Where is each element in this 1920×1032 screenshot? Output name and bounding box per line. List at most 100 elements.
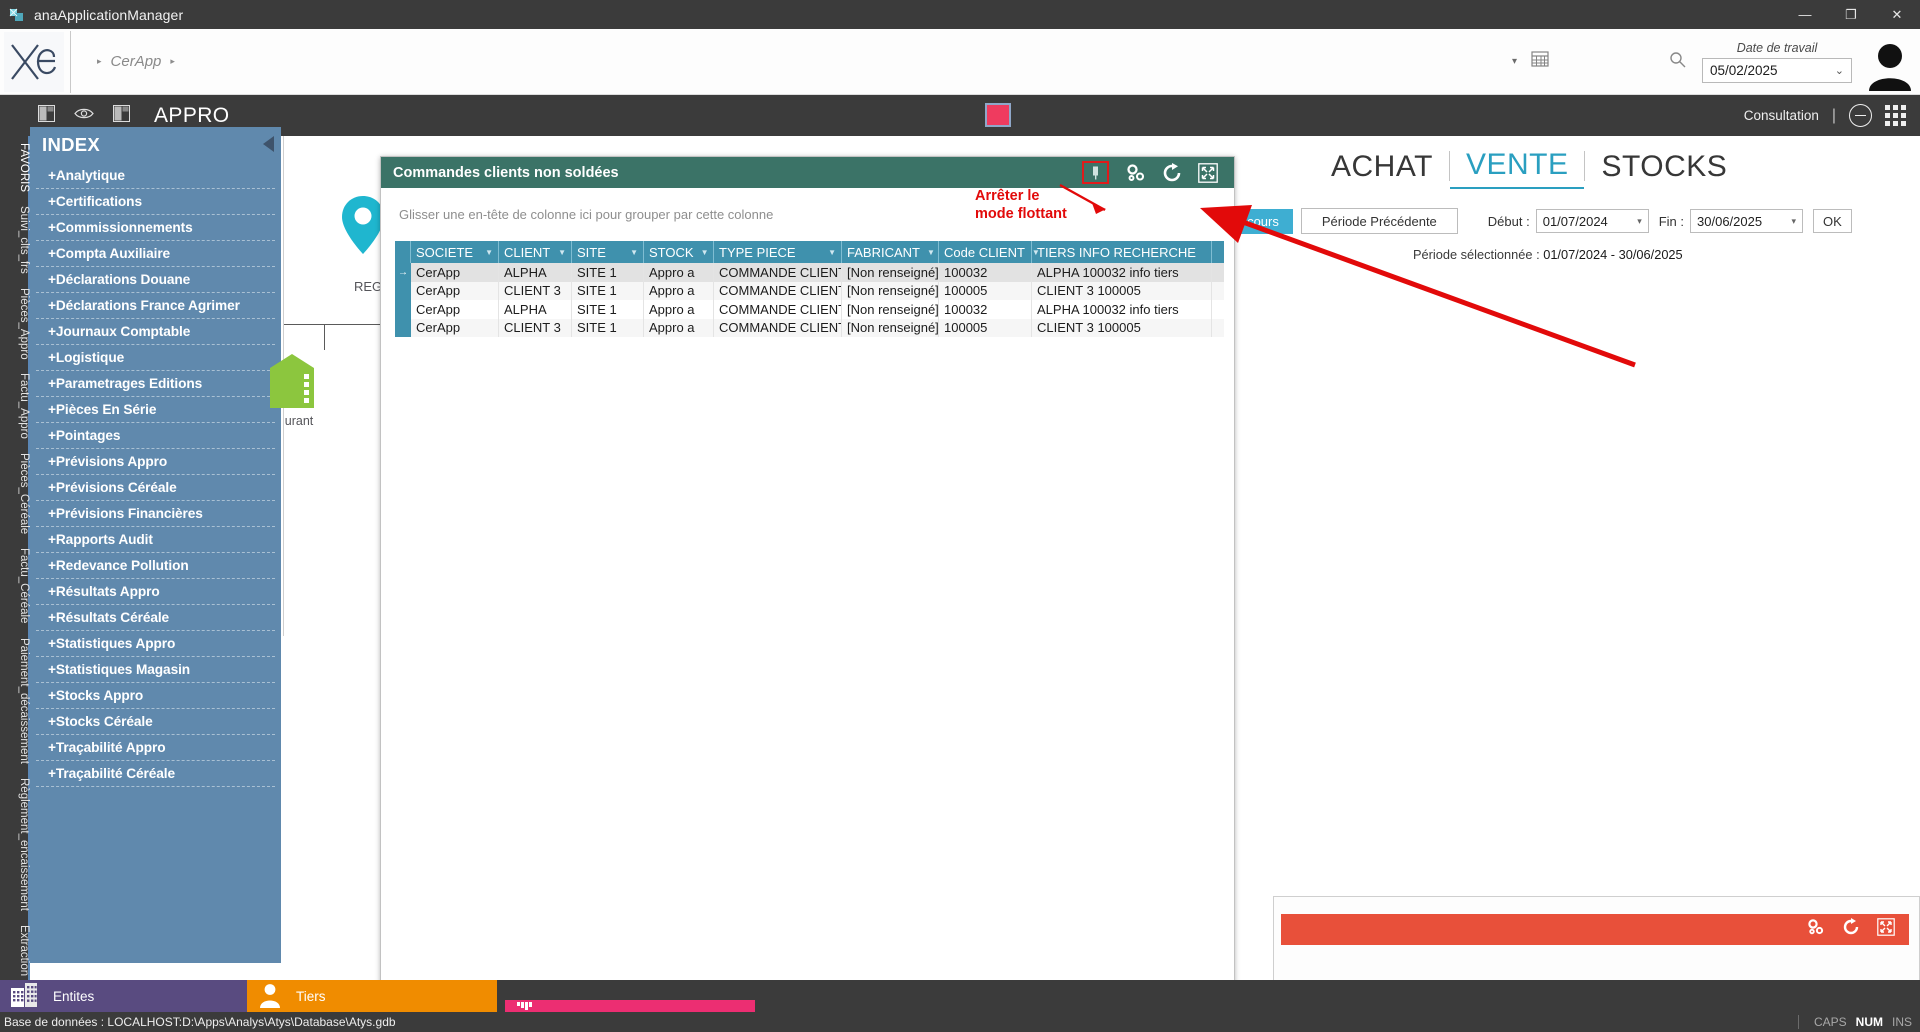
window-controls: — ❐ ✕ — [1782, 0, 1920, 29]
search-icon[interactable] — [1669, 51, 1686, 73]
page-title: APPRO — [154, 104, 230, 128]
cell-societe: CerApp — [411, 319, 499, 338]
refresh-icon[interactable] — [1162, 163, 1182, 183]
vrail-tab-suivi-clts-frs[interactable]: Suivi_clts_frs — [0, 199, 30, 281]
grid-header-societe[interactable]: SOCIETE▼ — [411, 241, 499, 263]
index-item-redevance-pollution[interactable]: +Redevance Pollution — [36, 553, 275, 579]
cell-client: ALPHA — [499, 300, 572, 319]
gears-icon[interactable] — [1806, 918, 1825, 941]
chevron-down-icon[interactable]: ▾ — [1512, 56, 1517, 67]
bottom-tab-entites[interactable]: Entites — [0, 980, 247, 1012]
tab-stocks[interactable]: STOCKS — [1585, 150, 1743, 189]
index-item-analytique[interactable]: +Analytique — [36, 163, 275, 189]
row-selector-icon[interactable] — [395, 300, 411, 319]
expand-icon[interactable] — [1198, 163, 1218, 183]
tab-achat[interactable]: ACHAT — [1315, 150, 1449, 189]
grid-header-type-piece[interactable]: TYPE PIECE▼ — [714, 241, 842, 263]
calendar-icon[interactable] — [1531, 51, 1549, 72]
grid-header-site[interactable]: SITE▼ — [572, 241, 644, 263]
cell-fabricant: [Non renseigné] — [842, 282, 939, 301]
cell-type-piece: COMMANDE CLIENT — [714, 263, 842, 282]
apps-grid-icon[interactable] — [1885, 105, 1906, 126]
maximize-button[interactable]: ❐ — [1828, 0, 1874, 29]
grid-header-client[interactable]: CLIENT▼ — [499, 241, 572, 263]
expand-icon[interactable] — [1877, 918, 1895, 941]
bottom-tab-tiers[interactable]: Tiers — [247, 980, 497, 1012]
red-section-header: ts — [1281, 914, 1909, 945]
fin-date-input[interactable]: 30/06/2025 ▾ — [1690, 209, 1803, 233]
gears-icon[interactable] — [1125, 163, 1146, 183]
minus-circle-icon[interactable] — [1849, 104, 1872, 127]
table-row[interactable]: CerApp CLIENT 3 SITE 1 Appro a COMMANDE … — [395, 319, 1224, 338]
index-item-tracabilite-appro[interactable]: +Traçabilité Appro — [36, 735, 275, 761]
row-selector-icon[interactable] — [395, 282, 411, 301]
dialog-title-bar[interactable]: Commandes clients non soldées — [381, 157, 1234, 188]
index-item-previsions-cereale[interactable]: +Prévisions Céréale — [36, 475, 275, 501]
index-item-previsions-appro[interactable]: +Prévisions Appro — [36, 449, 275, 475]
vrail-tab-extraction[interactable]: Extraction — [0, 918, 30, 983]
collapse-left-icon[interactable] — [263, 136, 274, 152]
dialog-body: Glisser une en-tête de colonne ici pour … — [381, 188, 1234, 1001]
refresh-icon[interactable] — [1842, 918, 1860, 941]
row-selector-icon[interactable]: → — [395, 263, 411, 282]
breadcrumb-item-cerapp[interactable]: CerApp — [111, 53, 162, 70]
index-item-pieces-en-serie[interactable]: +Pièces En Série — [36, 397, 275, 423]
index-item-statistiques-appro[interactable]: +Statistiques Appro — [36, 631, 275, 657]
chevron-down-icon: ▾ — [1637, 216, 1642, 227]
index-item-logistique[interactable]: +Logistique — [36, 345, 275, 371]
table-row[interactable]: CerApp CLIENT 3 SITE 1 Appro a COMMANDE … — [395, 282, 1224, 301]
index-item-compta-auxiliaire[interactable]: +Compta Auxiliaire — [36, 241, 275, 267]
close-button[interactable]: ✕ — [1874, 0, 1920, 29]
index-item-parametrages-editions[interactable]: +Parametrages Editions — [36, 371, 275, 397]
vrail-tab-factu-cereale[interactable]: Factu_Céréale — [0, 541, 30, 630]
date-de-travail-input[interactable]: 05/02/2025 ⌄ — [1702, 58, 1852, 83]
cell-type-piece: COMMANDE CLIENT — [714, 282, 842, 301]
row-selector-icon[interactable] — [395, 319, 411, 338]
vrail-tab-favoris[interactable]: FAVORIS — [0, 136, 30, 199]
silo-icon-1[interactable] — [264, 350, 320, 417]
grid-header-fabricant[interactable]: FABRICANT▼ — [842, 241, 939, 263]
index-item-resultats-appro[interactable]: +Résultats Appro — [36, 579, 275, 605]
table-row[interactable]: → CerApp ALPHA SITE 1 Appro a COMMANDE C… — [395, 263, 1224, 282]
table-row[interactable]: CerApp ALPHA SITE 1 Appro a COMMANDE CLI… — [395, 300, 1224, 319]
avatar[interactable] — [1860, 33, 1920, 91]
index-item-tracabilite-cereale[interactable]: +Traçabilité Céréale — [36, 761, 275, 787]
grid-header-stock[interactable]: STOCK▼ — [644, 241, 714, 263]
module-badge[interactable] — [985, 103, 1011, 127]
vrail-tab-factu-appro[interactable]: Factu_Appro — [0, 366, 30, 446]
vrail-tab-pieces-cereale[interactable]: Pièces_Céréale — [0, 446, 30, 541]
index-item-resultats-cereale[interactable]: +Résultats Céréale — [36, 605, 275, 631]
index-header: INDEX — [30, 127, 281, 163]
app-bar-right: Consultation | — [1744, 104, 1906, 127]
panel-left-icon[interactable] — [38, 105, 55, 127]
index-item-stocks-appro[interactable]: +Stocks Appro — [36, 683, 275, 709]
tab-vente[interactable]: VENTE — [1450, 148, 1585, 189]
index-item-rapports-audit[interactable]: +Rapports Audit — [36, 527, 275, 553]
btn-periode-precedente[interactable]: Période Précédente — [1301, 208, 1458, 234]
eye-icon[interactable] — [74, 107, 94, 125]
vrail-tab-reglement-encaissement[interactable]: Règlement_encaissement — [0, 771, 30, 918]
vrail-tab-paiement-decaissement[interactable]: Paiement_décaissement — [0, 631, 30, 771]
floating-dialog-commandes-clients[interactable]: Commandes clients non soldées — [380, 156, 1235, 1000]
debut-date-input[interactable]: 01/07/2024 ▾ — [1536, 209, 1649, 233]
grid-header-tiers-info-recherche[interactable]: TIERS INFO RECHERCHE — [1032, 241, 1212, 263]
index-item-previsions-financieres[interactable]: +Prévisions Financières — [36, 501, 275, 527]
grid-header-code-client[interactable]: Code CLIENT▼ — [939, 241, 1032, 263]
index-item-pointages[interactable]: +Pointages — [36, 423, 275, 449]
cell-fabricant: [Non renseigné] — [842, 300, 939, 319]
index-item-commissionnements[interactable]: +Commissionnements — [36, 215, 275, 241]
pin-icon[interactable] — [1090, 166, 1101, 180]
index-item-declarations-douane[interactable]: +Déclarations Douane — [36, 267, 275, 293]
group-by-drop-hint[interactable]: Glisser une en-tête de colonne ici pour … — [381, 188, 1234, 222]
minimize-button[interactable]: — — [1782, 0, 1828, 29]
index-item-stocks-cereale[interactable]: +Stocks Céréale — [36, 709, 275, 735]
index-item-statistiques-magasin[interactable]: +Statistiques Magasin — [36, 657, 275, 683]
ok-button[interactable]: OK — [1813, 209, 1852, 233]
index-item-journaux-comptable[interactable]: +Journaux Comptable — [36, 319, 275, 345]
index-scrollbar[interactable] — [30, 947, 281, 963]
index-item-certifications[interactable]: +Certifications — [36, 189, 275, 215]
index-item-declarations-france-agrimer[interactable]: +Déclarations France Agrimer — [36, 293, 275, 319]
vrail-tab-pieces-appro[interactable]: Pièces_Appro — [0, 281, 30, 367]
chevron-down-icon[interactable]: ⌄ — [1835, 64, 1844, 77]
panel-right-icon[interactable] — [113, 105, 130, 127]
